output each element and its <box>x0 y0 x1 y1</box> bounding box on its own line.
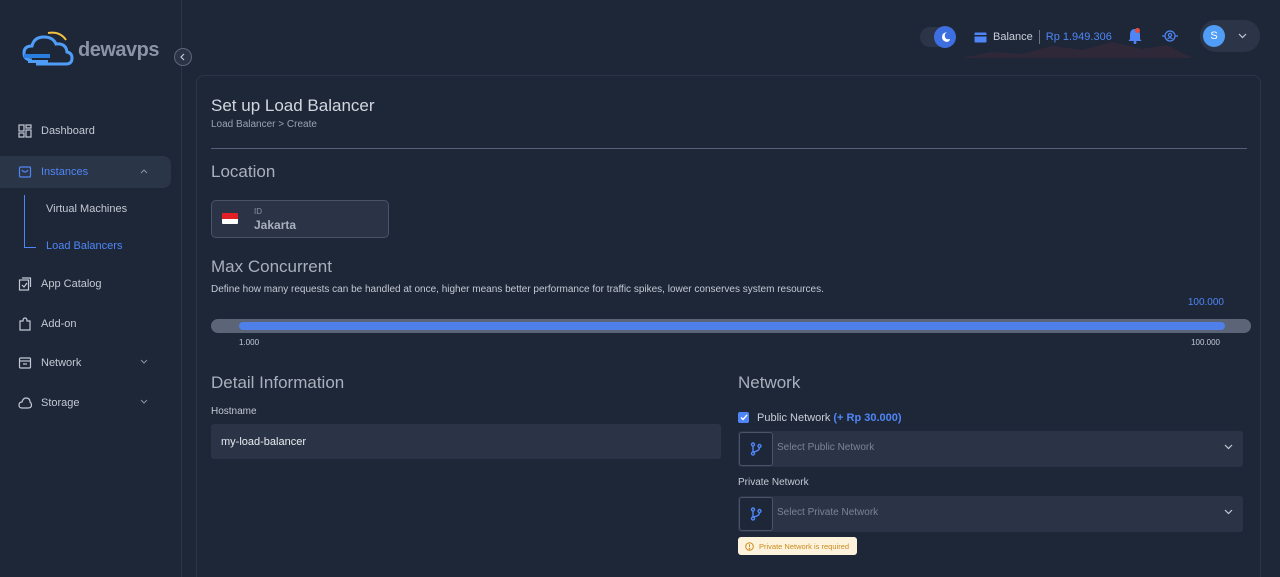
slider-fill <box>239 322 1225 330</box>
private-network-error-text: Private Network is required <box>759 541 850 551</box>
detail-information-title: Detail Information <box>211 373 345 392</box>
hostname-input[interactable] <box>211 424 721 459</box>
brand-logo[interactable]: dewavps <box>22 30 159 70</box>
chevron-down-icon <box>140 359 148 364</box>
user-menu[interactable]: S <box>1200 20 1260 52</box>
slider-current-value: 100.000 <box>1187 297 1224 308</box>
balance-separator <box>1038 30 1040 44</box>
balance-amount: Rp 1.949.306 <box>1045 31 1112 43</box>
location-title: Location <box>211 162 276 181</box>
location-name: Jakarta <box>254 218 297 232</box>
chevron-down-icon <box>1224 509 1233 515</box>
chevron-left-icon <box>180 53 185 61</box>
main-card: Set up Load Balancer Load Balancer > Cre… <box>196 75 1261 577</box>
support-icon[interactable] <box>1161 28 1179 44</box>
chevron-up-icon <box>140 169 148 174</box>
slider-min-label: 1.000 <box>239 338 260 347</box>
max-concurrent-slider[interactable] <box>211 319 1251 333</box>
notification-dot <box>1135 28 1140 33</box>
sidebar-item-label: Storage <box>41 397 80 409</box>
sidebar-item-storage[interactable]: Storage <box>0 387 171 419</box>
branch-icon <box>739 497 773 531</box>
breadcrumb[interactable]: Load Balancer > Create <box>211 119 317 130</box>
sidebar-item-instances[interactable]: Instances <box>0 156 171 188</box>
moon-icon <box>934 26 956 48</box>
chevron-down-icon <box>140 399 148 404</box>
public-network-label: Public Network (+ Rp 30.000) <box>757 412 902 424</box>
submenu-line <box>24 195 25 248</box>
page-title: Set up Load Balancer <box>211 96 375 115</box>
public-network-checkbox[interactable] <box>738 412 749 423</box>
sidebar-item-label: App Catalog <box>41 278 102 290</box>
indonesia-flag-icon <box>222 213 238 224</box>
app-catalog-icon <box>18 277 32 291</box>
slider-max-label: 100.000 <box>1191 338 1220 347</box>
network-icon <box>18 357 32 369</box>
sidebar-collapse-button[interactable] <box>174 48 192 66</box>
wallet-icon <box>974 32 987 42</box>
sidebar: dewavps Dashboard Instances Virtual Mach… <box>0 0 182 577</box>
instances-box-icon <box>18 166 32 178</box>
hostname-label: Hostname <box>211 406 257 417</box>
submenu-tick <box>24 247 36 248</box>
sidebar-item-label: Instances <box>41 166 89 178</box>
avatar: S <box>1203 25 1225 47</box>
max-concurrent-title: Max Concurrent <box>211 257 332 276</box>
balance-display[interactable]: Balance Rp 1.949.306 <box>974 30 1112 44</box>
private-network-select[interactable]: Select Private Network <box>738 496 1243 532</box>
chevron-down-icon <box>1238 33 1247 39</box>
location-code: ID <box>254 207 262 216</box>
balance-label: Balance <box>993 31 1033 43</box>
divider <box>211 148 1247 149</box>
chevron-down-icon <box>1224 444 1233 450</box>
private-network-placeholder: Select Private Network <box>777 507 879 518</box>
public-network-text: Public Network <box>757 412 831 424</box>
sidebar-item-label: Network <box>41 357 82 369</box>
puzzle-icon <box>19 317 31 331</box>
cloud-logo-icon <box>22 31 74 66</box>
public-network-price: (+ Rp 30.000) <box>833 412 902 424</box>
private-network-error: Private Network is required <box>738 537 858 555</box>
top-bar: Balance Rp 1.949.306 S <box>182 0 1280 72</box>
sidebar-item-add-on[interactable]: Add-on <box>0 308 171 340</box>
dashboard-grid-icon <box>18 124 32 138</box>
sidebar-item-network[interactable]: Network <box>0 347 171 379</box>
check-icon <box>740 414 748 421</box>
max-concurrent-description: Define how many requests can be handled … <box>211 284 824 295</box>
info-circle-icon <box>745 541 754 551</box>
sidebar-subitem-load-balancers[interactable]: Load Balancers <box>46 240 122 252</box>
sidebar-item-dashboard[interactable]: Dashboard <box>0 115 171 147</box>
branch-icon <box>739 432 773 466</box>
sidebar-item-label: Dashboard <box>41 125 95 137</box>
theme-toggle[interactable] <box>920 26 956 48</box>
sidebar-item-app-catalog[interactable]: App Catalog <box>0 268 171 300</box>
public-network-placeholder: Select Public Network <box>777 442 875 453</box>
cloud-storage-icon <box>18 397 32 409</box>
sidebar-subitem-virtual-machines[interactable]: Virtual Machines <box>46 203 127 215</box>
public-network-select[interactable]: Select Public Network <box>738 431 1243 467</box>
private-network-label: Private Network <box>738 477 809 488</box>
location-option-jakarta[interactable]: ID Jakarta <box>211 200 389 238</box>
sidebar-item-label: Add-on <box>41 318 77 330</box>
network-title: Network <box>738 373 801 392</box>
brand-name: dewavps <box>78 38 159 61</box>
